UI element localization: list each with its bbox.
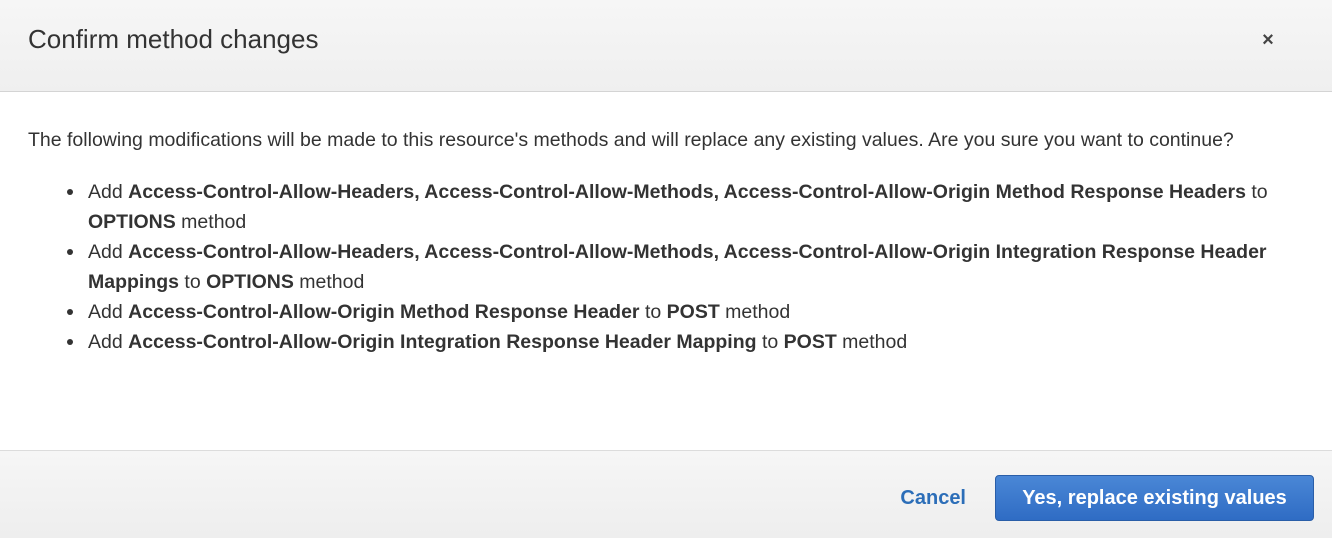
change-suffix: method: [719, 301, 791, 323]
dialog-header: Confirm method changes ×: [0, 0, 1332, 92]
close-icon[interactable]: ×: [1254, 26, 1282, 54]
change-prefix: Add: [88, 241, 129, 263]
list-item: Add Access-Control-Allow-Origin Integrat…: [67, 327, 1303, 357]
change-connector: to: [756, 331, 784, 353]
change-subject: Access-Control-Allow-Origin Method Respo…: [128, 301, 640, 323]
change-method: POST: [783, 331, 837, 353]
confirm-replace-button[interactable]: Yes, replace existing values: [995, 475, 1314, 521]
list-item: Add Access-Control-Allow-Headers, Access…: [67, 177, 1303, 237]
changes-list: Add Access-Control-Allow-Headers, Access…: [28, 177, 1303, 357]
bullet-icon: [67, 339, 73, 345]
change-suffix: method: [836, 331, 908, 353]
dialog-footer: Cancel Yes, replace existing values: [0, 450, 1332, 538]
change-method: POST: [666, 301, 720, 323]
bullet-icon: [67, 309, 73, 315]
change-suffix: method: [293, 271, 365, 293]
dialog-title: Confirm method changes: [28, 24, 319, 54]
bullet-icon: [67, 189, 73, 195]
change-prefix: Add: [88, 331, 129, 353]
list-item: Add Access-Control-Allow-Origin Method R…: [67, 297, 1303, 327]
change-connector: to: [639, 301, 667, 323]
change-subject: Access-Control-Allow-Origin Integration …: [128, 331, 757, 353]
confirm-method-changes-dialog: Confirm method changes × The following m…: [0, 0, 1332, 538]
list-item: Add Access-Control-Allow-Headers, Access…: [67, 237, 1303, 297]
change-connector: to: [1245, 181, 1268, 203]
change-prefix: Add: [88, 181, 129, 203]
change-prefix: Add: [88, 301, 129, 323]
change-connector: to: [179, 271, 207, 293]
cancel-button[interactable]: Cancel: [900, 486, 966, 510]
change-subject: Access-Control-Allow-Headers, Access-Con…: [128, 181, 1246, 203]
intro-text: The following modifications will be made…: [28, 129, 1234, 151]
change-method: OPTIONS: [206, 271, 294, 293]
change-suffix: method: [175, 211, 247, 233]
change-method: OPTIONS: [88, 211, 176, 233]
bullet-icon: [67, 249, 73, 255]
dialog-body: The following modifications will be made…: [0, 92, 1332, 357]
